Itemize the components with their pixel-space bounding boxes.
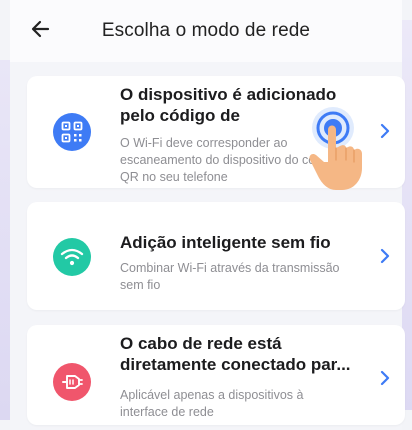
chevron-right-icon [380, 370, 390, 386]
qr-code-icon [53, 113, 91, 151]
chevron-right-icon [380, 248, 390, 264]
option-description: Combinar Wi-Fi através da transmissão se… [120, 261, 340, 292]
option-title: O cabo de rede está diretamente conectad… [120, 334, 351, 374]
wifi-icon [53, 238, 91, 276]
app-screen: Escolha o modo de rede O dispositivo é a… [10, 0, 405, 430]
option-description: Aplicável apenas a dispositivos à interf… [120, 388, 304, 419]
option-title: Adição inteligente sem fio [120, 233, 331, 252]
chevron-right-icon [380, 123, 390, 139]
option-qr-code[interactable]: O dispositivo é adicionado pelo código d… [27, 76, 405, 188]
option-ethernet-cable[interactable]: O cabo de rede está diretamente conectad… [27, 325, 405, 425]
option-description: O Wi-Fi deve corresponder ao escaneament… [120, 136, 316, 184]
option-title: O dispositivo é adicionado pelo código d… [120, 85, 337, 125]
ethernet-cable-icon [53, 363, 91, 401]
header-bar: Escolha o modo de rede [10, 0, 402, 62]
page-title: Escolha o modo de rede [101, 20, 311, 41]
option-smart-wireless[interactable]: Adição inteligente sem fio Combinar Wi-F… [27, 202, 405, 310]
